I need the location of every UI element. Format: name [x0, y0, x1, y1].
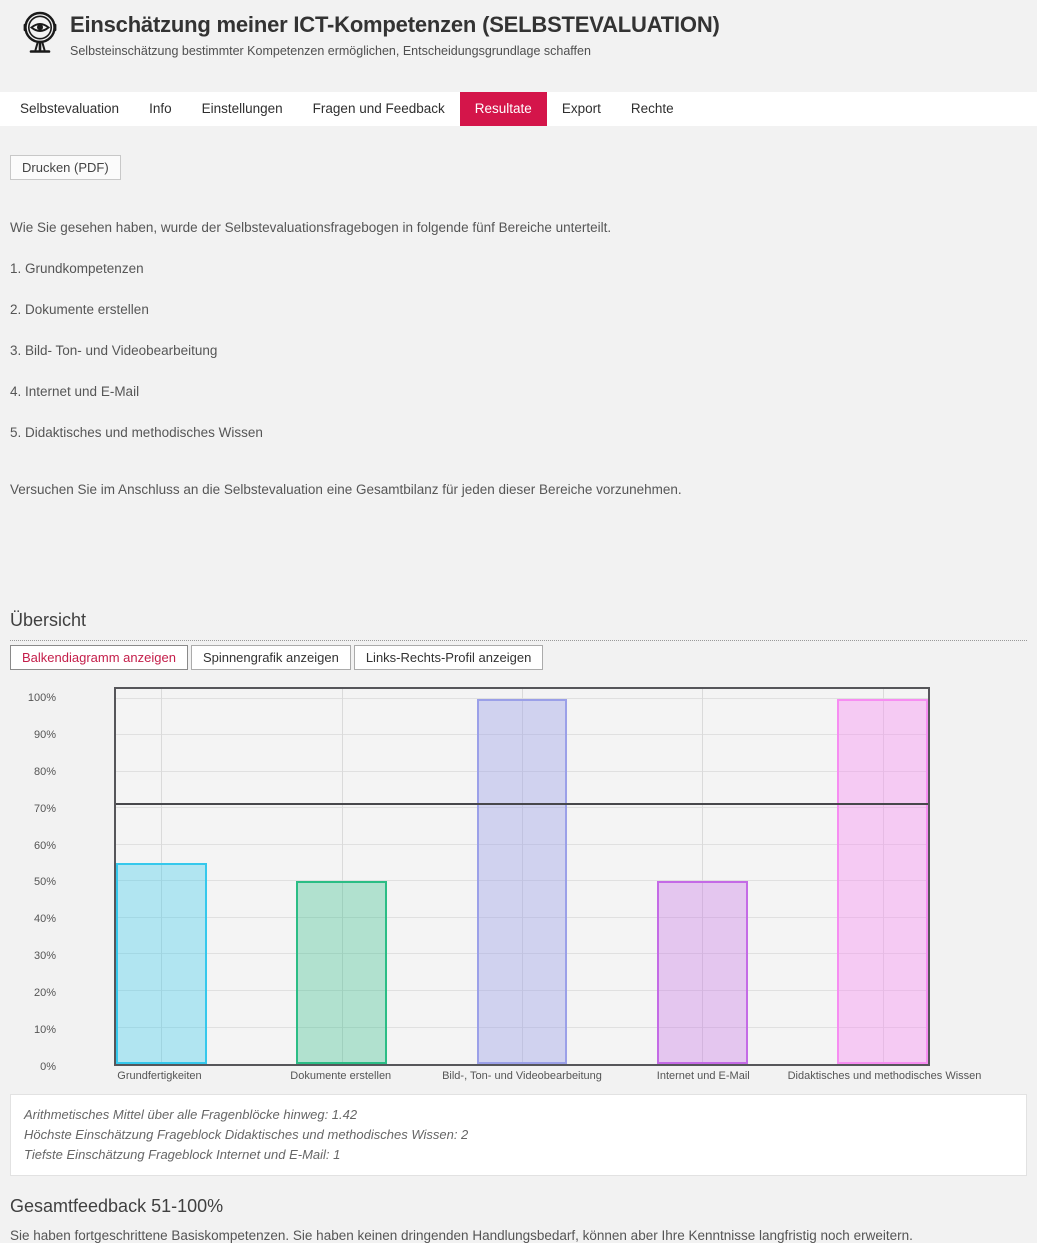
summary-line: Höchste Einschätzung Frageblock Didaktis… [24, 1126, 1013, 1144]
x-axis-label: Internet und E-Mail [657, 1070, 750, 1082]
eye-mirror-icon [18, 10, 62, 58]
y-axis-tick: 0% [40, 1061, 56, 1073]
app-header: Einschätzung meiner ICT-Kompetenzen (SEL… [0, 0, 1037, 92]
chart-x-axis: Grundfertigkeiten Dokumente erstellen Bild… [114, 1070, 930, 1088]
main-content: Drucken (PDF) Wie Sie gesehen haben, wur… [0, 126, 1037, 1243]
nav-tab-fragen-und-feedback[interactable]: Fragen und Feedback [298, 92, 460, 126]
page-title: Einschätzung meiner ICT-Kompetenzen (SEL… [70, 12, 720, 38]
toggle-links-rechts-profil-anzeigen[interactable]: Links-Rechts-Profil anzeigen [354, 645, 543, 670]
toggle-spinnengrafik-anzeigen[interactable]: Spinnengrafik anzeigen [191, 645, 351, 670]
nav-tab-einstellungen[interactable]: Einstellungen [187, 92, 298, 126]
x-axis-label: Didaktisches und methodisches Wissen [788, 1070, 982, 1082]
main-nav: SelbstevaluationInfoEinstellungenFragen … [0, 92, 1037, 126]
feedback-text: Sie haben fortgeschrittene Basiskompeten… [10, 1228, 1027, 1243]
y-axis-tick: 40% [34, 913, 56, 925]
y-axis-tick: 70% [34, 803, 56, 815]
chart-toggle-buttons: Balkendiagramm anzeigenSpinnengrafik anz… [10, 645, 1027, 670]
nav-tab-rechte[interactable]: Rechte [616, 92, 689, 126]
nav-tab-info[interactable]: Info [134, 92, 187, 126]
intro-list-item: 5. Didaktisches und methodisches Wissen [10, 425, 1027, 440]
bar-internet-und-e-mail [657, 881, 748, 1064]
x-axis-label: Grundfertigkeiten [117, 1070, 201, 1082]
bar-dokumente-erstellen [296, 881, 387, 1064]
overview-section-header: Übersicht [10, 610, 1027, 641]
chart-y-axis: 0%10%20%30%40%50%60%70%80%90%100% [10, 687, 114, 1066]
summary-line: Tiefste Einschätzung Frageblock Internet… [24, 1146, 1013, 1164]
y-axis-tick: 80% [34, 766, 56, 778]
y-axis-tick: 90% [34, 729, 56, 741]
intro-lead: Wie Sie gesehen haben, wurde der Selbste… [10, 220, 1027, 235]
intro-outro: Versuchen Sie im Anschluss an die Selbst… [10, 482, 1027, 497]
mean-threshold-line [116, 803, 928, 805]
y-axis-tick: 30% [34, 950, 56, 962]
y-axis-tick: 10% [34, 1024, 56, 1036]
intro-list-item: 2. Dokumente erstellen [10, 302, 1027, 317]
intro-list-item: 4. Internet und E-Mail [10, 384, 1027, 399]
y-axis-tick: 20% [34, 987, 56, 999]
intro-list-item: 1. Grundkompetenzen [10, 261, 1027, 276]
page-subtitle: Selbsteinschätzung bestimmter Kompetenze… [70, 44, 720, 58]
bar-bild-ton-und-videobearbeitung [477, 699, 568, 1064]
summary-line: Arithmetisches Mittel über alle Fragenbl… [24, 1106, 1013, 1124]
feedback-heading: Gesamtfeedback 51-100% [10, 1196, 1027, 1217]
y-axis-tick: 60% [34, 840, 56, 852]
nav-tab-resultate[interactable]: Resultate [460, 92, 547, 126]
overview-heading: Übersicht [10, 610, 1027, 631]
y-axis-tick: 50% [34, 876, 56, 888]
intro-list-item: 3. Bild- Ton- und Videobearbeitung [10, 343, 1027, 358]
nav-tab-export[interactable]: Export [547, 92, 616, 126]
nav-tab-selbstevaluation[interactable]: Selbstevaluation [5, 92, 134, 126]
bar-didaktisches-und-methodisches-wissen [837, 699, 928, 1064]
chart-summary-box: Arithmetisches Mittel über alle Fragenbl… [10, 1094, 1027, 1176]
intro-text: Wie Sie gesehen haben, wurde der Selbste… [10, 220, 1027, 497]
x-axis-label: Dokumente erstellen [290, 1070, 391, 1082]
x-axis-label: Bild-, Ton- und Videobearbeitung [442, 1070, 602, 1082]
y-axis-tick: 100% [28, 692, 56, 704]
intro-list: 1. Grundkompetenzen 2. Dokumente erstelle… [10, 261, 1027, 440]
chart-plot-area [114, 687, 930, 1066]
bar-chart: 0%10%20%30%40%50%60%70%80%90%100% [10, 687, 1027, 1066]
bar-grundfertigkeiten [116, 863, 207, 1064]
toggle-balkendiagramm-anzeigen[interactable]: Balkendiagramm anzeigen [10, 645, 188, 670]
print-pdf-button[interactable]: Drucken (PDF) [10, 155, 121, 180]
